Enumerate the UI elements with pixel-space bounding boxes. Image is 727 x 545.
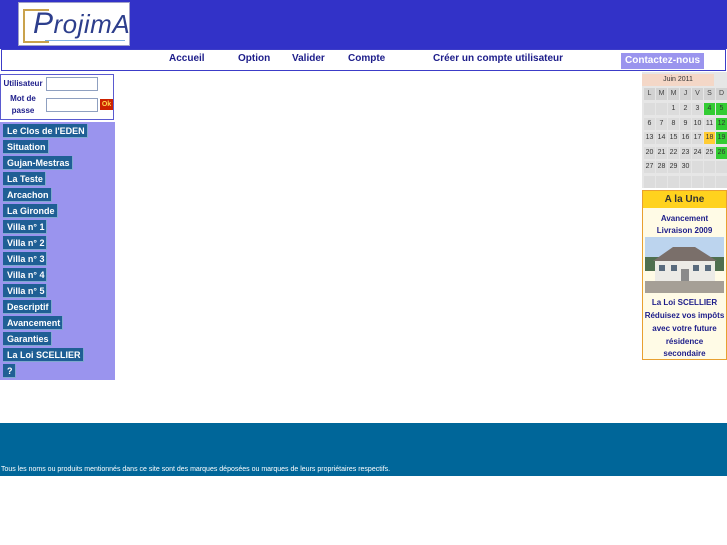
nav-create-account[interactable]: Créer un compte utilisateur [433,53,563,64]
calendar-day[interactable]: 28 [656,161,667,173]
login-ok-button[interactable]: Ok [100,99,113,110]
menu-item-villa-1[interactable]: Villa n° 1 [3,220,48,234]
calendar-weekday: V [692,88,703,100]
calendar-weekday: D [716,88,727,100]
calendar-day[interactable]: 17 [692,132,703,144]
calendar-empty-cell [704,161,715,173]
calendar-day[interactable]: 2 [680,103,691,115]
calendar-empty-cell [680,175,691,188]
menu-item-villa-5[interactable]: Villa n° 5 [3,284,48,298]
calendar-day[interactable]: 24 [692,146,703,159]
username-label: Utilisateur [3,79,43,88]
calendar-day[interactable]: 25 [704,146,715,159]
menu-item-situation[interactable]: Situation [3,140,49,154]
site-header: ProjimA [0,0,727,49]
login-box: Utilisateur Mot de passe Ok [0,74,114,120]
calendar-weekday: M [668,88,679,100]
username-input[interactable] [46,77,98,91]
calendar-empty-cell [644,103,655,115]
nav-accueil[interactable]: Accueil [169,53,205,64]
calendar-empty-cell [656,175,667,188]
calendar-day[interactable]: 16 [680,132,691,144]
calendar-day[interactable]: 26 [716,146,727,159]
calendar-empty-cell [668,175,679,188]
calendar-day[interactable]: 22 [668,146,679,159]
logo-underline [45,40,125,41]
calendar-day[interactable]: 5 [716,103,727,115]
calendar-empty-cell [692,161,703,173]
featured-link-livraison[interactable]: Livraison 2009 [643,224,726,237]
calendar-weekday: L [644,88,655,100]
featured-title: A la Une [643,191,726,208]
calendar-day[interactable]: 20 [644,146,655,159]
calendar-empty-cell [644,175,655,188]
calendar-weekday: M [656,88,667,100]
nav-compte[interactable]: Compte [348,53,385,64]
calendar-day[interactable]: 29 [668,161,679,173]
calendar-month-title: Juin 2011 [642,74,714,86]
menu-item-la-gironde[interactable]: La Gironde [3,204,58,218]
calendar-weekday: J [680,88,691,100]
calendar-empty-cell [692,175,703,188]
password-label-line2: passe [11,106,35,115]
calendar-day[interactable]: 6 [644,117,655,130]
villa-photo[interactable] [645,237,724,293]
calendar-widget: Juin 2011 L M M J V S D 1 2 3 4 5 6 7 8 9 10 11 12 13 14 15 16… [642,72,727,188]
top-navigation: Accueil Option Valider Compte Créer un c… [1,49,726,71]
calendar-day[interactable]: 11 [704,117,715,130]
featured-text-line7: secondaire [663,349,706,358]
projima-logo[interactable]: ProjimA [18,2,130,46]
menu-item-gujan-mestras[interactable]: Gujan-Mestras [3,156,73,170]
calendar-day[interactable]: 12 [716,117,727,130]
menu-item-la-teste[interactable]: La Teste [3,172,46,186]
featured-text-line5: avec votre future [652,324,717,333]
nav-valider[interactable]: Valider [292,53,325,64]
calendar-day[interactable]: 23 [680,146,691,159]
featured-panel: A la Une Avancement Livraison 2009 La Lo… [642,190,727,360]
calendar-day[interactable]: 8 [668,117,679,130]
menu-item-arcachon[interactable]: Arcachon [3,188,52,202]
calendar-day[interactable]: 7 [656,117,667,130]
calendar-day[interactable]: 4 [704,103,715,115]
calendar-day[interactable]: 27 [644,161,655,173]
logo-wordmark: ProjimA [33,7,131,40]
calendar-day[interactable]: 13 [644,132,655,144]
calendar-day[interactable]: 30 [680,161,691,173]
footer-disclaimer: Tous les noms ou produits mentionnés dan… [1,466,391,473]
menu-item-clos-eden[interactable]: Le Clos de l'EDEN [3,124,88,138]
calendar-empty-cell [716,175,727,188]
calendar-day[interactable]: 1 [668,103,679,115]
calendar-day[interactable]: 19 [716,132,727,144]
calendar-day[interactable]: 3 [692,103,703,115]
password-input[interactable] [46,98,98,112]
menu-item-help[interactable]: ? [3,364,16,378]
featured-link-loi-scellier[interactable]: La Loi SCELLIER [643,296,726,309]
menu-item-villa-3[interactable]: Villa n° 3 [3,252,48,266]
nav-option[interactable]: Option [238,53,270,64]
menu-item-villa-4[interactable]: Villa n° 4 [3,268,48,282]
menu-item-descriptif[interactable]: Descriptif [3,300,52,314]
menu-item-loi-scellier[interactable]: La Loi SCELLIER [3,348,84,362]
calendar-empty-cell [716,161,727,173]
calendar-weekday: S [704,88,715,100]
contact-button[interactable]: Contactez-nous [621,53,704,69]
menu-item-garanties[interactable]: Garanties [3,332,52,346]
featured-text-line4: Réduisez vos impôts [644,311,725,320]
calendar-empty-cell [656,103,667,115]
calendar-day[interactable]: 18 [704,132,715,144]
calendar-day[interactable]: 15 [668,132,679,144]
calendar-day[interactable]: 14 [656,132,667,144]
calendar-empty-cell [704,175,715,188]
menu-item-avancement[interactable]: Avancement [3,316,64,330]
side-menu: Le Clos de l'EDEN Situation Gujan-Mestra… [0,122,115,380]
calendar-day[interactable]: 9 [680,117,691,130]
calendar-day[interactable]: 10 [692,117,703,130]
menu-item-villa-2[interactable]: Villa n° 2 [3,236,48,250]
calendar-day[interactable]: 21 [656,146,667,159]
password-label-line1: Mot de [10,94,36,103]
